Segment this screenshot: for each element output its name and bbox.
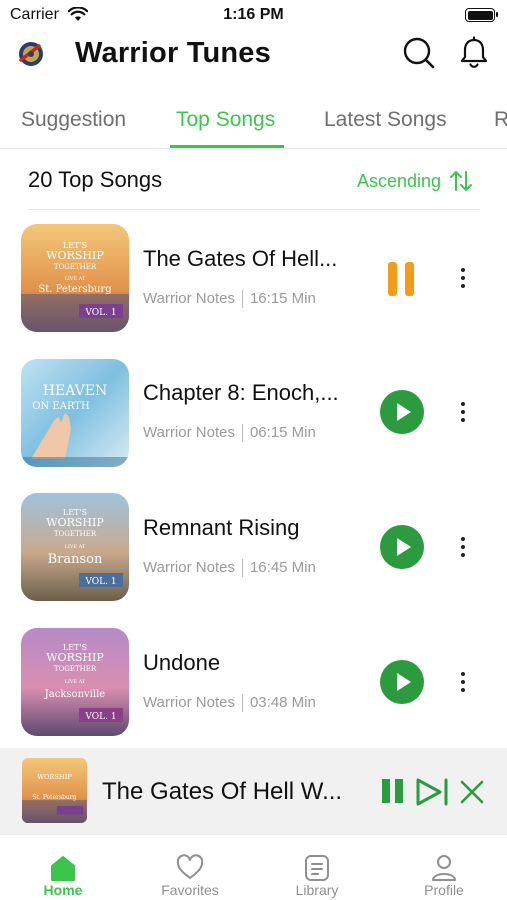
svg-text:VOL. 1: VOL. 1 (84, 577, 116, 587)
mini-pause-button[interactable] (382, 779, 404, 805)
heart-icon (176, 854, 204, 879)
svg-text:WORSHIP: WORSHIP (46, 516, 104, 529)
status-bar: Carrier 1:16 PM (0, 0, 507, 30)
song-row[interactable]: LET'S WORSHIP TOGETHER LIVE AT Branson V… (0, 493, 507, 605)
more-options-icon[interactable] (455, 266, 471, 290)
svg-text:TOGETHER: TOGETHER (54, 665, 97, 673)
svg-text:HEAVEN: HEAVEN (43, 383, 107, 399)
mini-player[interactable]: WORSHIP St. Petersburg The Gates Of Hell… (0, 748, 507, 834)
song-meta: Warrior Notes 03:48 Min (143, 694, 316, 713)
svg-text:LIVE AT: LIVE AT (65, 276, 86, 282)
song-duration: 16:15 Min (249, 290, 316, 307)
svg-text:LIVE AT: LIVE AT (65, 544, 86, 550)
play-button[interactable] (380, 390, 424, 434)
more-options-icon[interactable] (455, 670, 471, 694)
song-title: Undone (143, 650, 221, 675)
more-options-icon[interactable] (455, 535, 471, 559)
svg-text:WORSHIP: WORSHIP (46, 651, 104, 664)
profile-icon (432, 855, 456, 881)
tab-suggestion[interactable]: Suggestion (21, 108, 126, 132)
tab-more[interactable]: R (494, 108, 507, 132)
song-row[interactable]: HEAVEN ON EARTH Chapter 8: Enoch,... War… (0, 358, 507, 470)
song-row[interactable]: LET'S WORSHIP TOGETHER LIVE AT St. Peter… (0, 224, 507, 336)
song-duration: 16:45 Min (249, 559, 316, 576)
section-divider (28, 209, 480, 210)
clock: 1:16 PM (223, 6, 284, 23)
song-artist: Warrior Notes (143, 559, 235, 576)
song-meta: Warrior Notes 06:15 Min (143, 424, 316, 443)
svg-text:WORSHIP: WORSHIP (46, 249, 104, 262)
more-options-icon[interactable] (455, 400, 471, 424)
song-duration: 06:15 Min (249, 424, 316, 441)
svg-text:St. Petersburg: St. Petersburg (33, 794, 77, 801)
nav-favorites[interactable]: Favorites (127, 835, 253, 900)
svg-text:LIVE AT: LIVE AT (65, 679, 86, 685)
section-title: 20 Top Songs (28, 167, 163, 192)
bell-icon[interactable] (458, 36, 490, 70)
svg-text:TOGETHER: TOGETHER (54, 263, 97, 271)
search-icon[interactable] (402, 36, 436, 70)
app-logo (19, 42, 43, 66)
bottom-nav: Home Favorites Library Profile (0, 834, 507, 900)
song-meta: Warrior Notes 16:15 Min (143, 290, 316, 309)
app-header: Warrior Tunes (0, 30, 507, 90)
nav-profile[interactable]: Profile (381, 835, 507, 900)
close-icon[interactable] (458, 778, 486, 806)
nav-label: Favorites (161, 882, 219, 898)
album-cover: LET'S WORSHIP TOGETHER LIVE AT Jacksonvi… (21, 628, 129, 736)
svg-text:VOL. 1: VOL. 1 (84, 308, 116, 318)
sort-label: Ascending (357, 170, 442, 191)
song-artist: Warrior Notes (143, 694, 235, 711)
category-tabs: Suggestion Top Songs Latest Songs R (0, 100, 507, 149)
song-duration: 03:48 Min (249, 694, 316, 711)
song-title: Remnant Rising (143, 515, 300, 540)
nav-home[interactable]: Home (0, 835, 126, 900)
svg-text:TOGETHER: TOGETHER (54, 530, 97, 538)
album-cover: LET'S WORSHIP TOGETHER LIVE AT St. Peter… (21, 224, 129, 332)
album-cover: HEAVEN ON EARTH (21, 359, 129, 467)
play-button[interactable] (380, 525, 424, 569)
song-row[interactable]: LET'S WORSHIP TOGETHER LIVE AT Jacksonvi… (0, 628, 507, 740)
battery-icon (465, 8, 498, 22)
pause-button[interactable] (388, 262, 418, 296)
song-title: Chapter 8: Enoch,... (143, 380, 339, 405)
library-icon (305, 855, 329, 881)
song-title: The Gates Of Hell... (143, 246, 338, 271)
home-icon (51, 856, 75, 881)
mini-player-cover: WORSHIP St. Petersburg (22, 758, 87, 823)
next-track-icon[interactable] (416, 778, 450, 806)
sort-icon (450, 171, 473, 191)
nav-label: Home (43, 882, 83, 898)
svg-text:Branson: Branson (48, 552, 103, 567)
play-button[interactable] (380, 660, 424, 704)
song-artist: Warrior Notes (143, 424, 235, 441)
active-tab-indicator (170, 145, 284, 148)
svg-text:Jacksonville: Jacksonville (44, 689, 105, 700)
song-artist: Warrior Notes (143, 290, 235, 307)
tab-top-songs[interactable]: Top Songs (176, 108, 275, 132)
song-meta: Warrior Notes 16:45 Min (143, 559, 316, 578)
nav-label: Profile (424, 882, 464, 898)
sort-button[interactable]: Ascending (357, 170, 473, 192)
svg-text:VOL. 1: VOL. 1 (84, 712, 116, 722)
svg-text:WORSHIP: WORSHIP (37, 773, 72, 781)
svg-text:ON EARTH: ON EARTH (32, 401, 90, 412)
app-title: Warrior Tunes (75, 37, 271, 69)
album-cover: LET'S WORSHIP TOGETHER LIVE AT Branson V… (21, 493, 129, 601)
nav-library[interactable]: Library (254, 835, 380, 900)
nav-label: Library (295, 882, 339, 898)
tab-latest-songs[interactable]: Latest Songs (324, 108, 447, 132)
svg-text:St. Petersburg: St. Petersburg (38, 284, 112, 295)
mini-player-title: The Gates Of Hell W... (102, 778, 343, 805)
